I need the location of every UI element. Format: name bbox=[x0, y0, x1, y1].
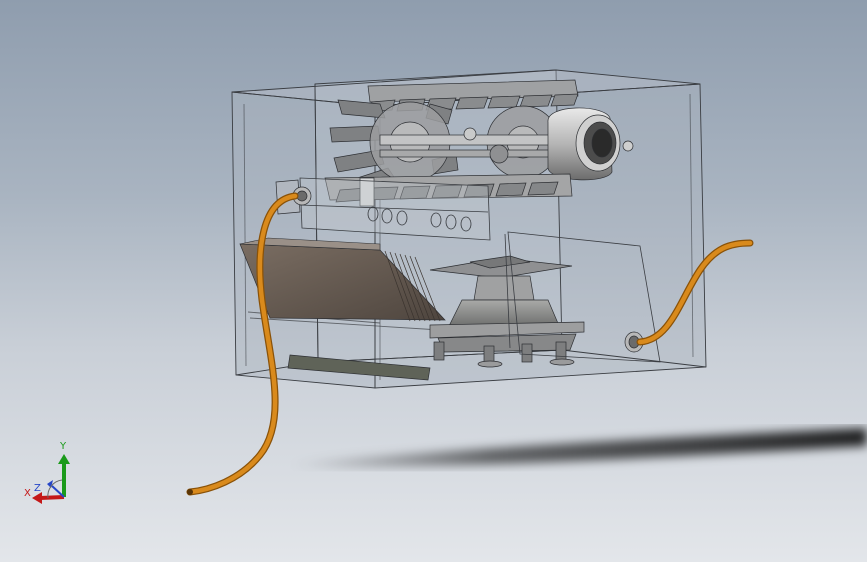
orientation-triad[interactable]: Y X Z bbox=[18, 440, 78, 510]
x-axis-label: X bbox=[24, 488, 31, 499]
ground-shadow bbox=[290, 428, 867, 468]
triad-axes-icon bbox=[32, 454, 70, 504]
assembly-model[interactable] bbox=[0, 0, 867, 562]
cad-viewport[interactable]: Y X Z bbox=[0, 0, 867, 562]
z-axis-label: Z bbox=[34, 483, 41, 494]
y-axis-label: Y bbox=[60, 441, 67, 452]
